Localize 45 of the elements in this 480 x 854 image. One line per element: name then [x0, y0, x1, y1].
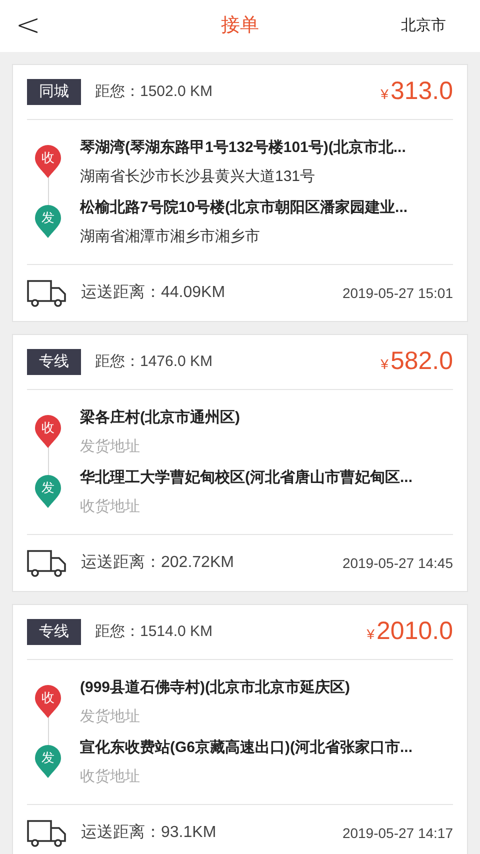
address-detail: 湖南省湘潭市湘乡市湘乡市 — [80, 228, 261, 246]
order-card[interactable]: 专线 距您：1476.0 KM ¥582.0 收 梁各庄村(北京市通州区) 发货地址 发 华北理工大学曹妃甸校区(河北省唐山市曹妃甸区... 收货地址 运送距离：202.72KM 2019-05-27 14:45 — [12, 334, 468, 592]
city-selector[interactable]: 北京市 — [401, 14, 446, 38]
address-name: 梁各庄村(北京市通州区) — [80, 408, 240, 426]
address-detail: 发货地址 — [80, 708, 141, 726]
price-text: 313.0 — [390, 76, 453, 108]
currency-symbol: ¥ — [366, 625, 375, 644]
distance-text: 距您：1514.0 KM — [95, 622, 213, 642]
order-card[interactable]: 同城 距您：1502.0 KM ¥313.0 收 琴湖湾(琴湖东路甲1号132号楼101号)(北京市北... 湖南省长沙市长沙县黄兴大道131号 发 松榆北路7号院10号楼(北京市朝阳区潘家园建业... 湖南省湘潭市湘乡市湘乡市 运送距离：44.09KM 2019-05-27 15:01 — [12, 64, 468, 322]
address-detail: 收货地址 — [80, 768, 141, 786]
distance-text: 距您：1476.0 KM — [95, 352, 213, 372]
truck-icon — [27, 819, 67, 848]
truck-icon — [27, 549, 67, 578]
address-detail: 发货地址 — [80, 438, 141, 456]
location-pin: 发 — [33, 745, 63, 779]
address-detail: 湖南省长沙市长沙县黄兴大道131号 — [80, 168, 316, 186]
order-time: 2019-05-27 14:45 — [342, 554, 453, 573]
address-name: 松榆北路7号院10号楼(北京市朝阳区潘家园建业... — [80, 198, 408, 216]
route-distance-text: 运送距离：202.72KM — [81, 552, 234, 574]
price-text: 582.0 — [390, 346, 453, 378]
currency-symbol: ¥ — [380, 355, 388, 374]
distance-text: 距您：1502.0 KM — [95, 82, 213, 102]
order-type-tag: 同城 — [27, 78, 81, 105]
route-distance-text: 运送距离：93.1KM — [81, 822, 216, 844]
address-name: 华北理工大学曹妃甸校区(河北省唐山市曹妃甸区... — [80, 468, 412, 486]
back-button[interactable]: < — [16, 10, 40, 42]
currency-symbol: ¥ — [380, 85, 388, 104]
order-type-tag: 专线 — [27, 348, 81, 375]
address-name: 宣化东收费站(G6京藏高速出口)(河北省张家口市... — [80, 738, 412, 756]
order-time: 2019-05-27 15:01 — [342, 284, 453, 303]
route-distance-text: 运送距离：44.09KM — [81, 282, 226, 304]
order-type-tag: 专线 — [27, 618, 81, 645]
location-pin: 发 — [33, 205, 63, 239]
price-text: 2010.0 — [376, 616, 453, 648]
address-detail: 收货地址 — [80, 498, 141, 516]
order-time: 2019-05-27 14:17 — [342, 824, 453, 843]
location-pin: 收 — [33, 415, 63, 449]
location-pin: 收 — [33, 145, 63, 179]
page-title: 接单 — [221, 14, 259, 38]
address-name: 琴湖湾(琴湖东路甲1号132号楼101号)(北京市北... — [80, 138, 406, 156]
location-pin: 发 — [33, 475, 63, 509]
order-card[interactable]: 专线 距您：1514.0 KM ¥2010.0 收 (999县道石佛寺村)(北京市北京市延庆区) 发货地址 发 宣化东收费站(G6京藏高速出口)(河北省张家口市... 收货地址 运送距离：93.1KM 2019-05-27 14:17 — [12, 604, 468, 854]
location-pin: 收 — [33, 685, 63, 719]
address-name: (999县道石佛寺村)(北京市北京市延庆区) — [80, 678, 350, 696]
truck-icon — [27, 279, 67, 308]
